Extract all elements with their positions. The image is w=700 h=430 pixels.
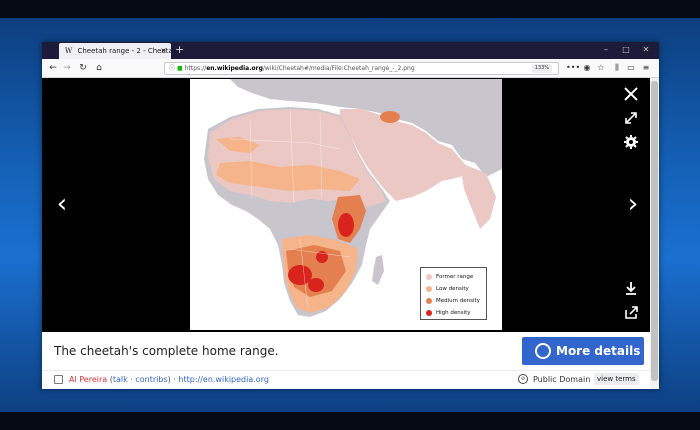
home-button[interactable]: ⌂: [92, 61, 106, 75]
more-details-label: More details: [556, 344, 641, 358]
legend-label: Medium density: [436, 298, 480, 304]
info-icon[interactable]: ⓘ: [169, 65, 175, 72]
previous-image-arrow-icon[interactable]: ‹: [50, 190, 74, 218]
license-label[interactable]: Public Domain: [533, 375, 590, 384]
page-actions-icon[interactable]: •••: [566, 61, 580, 75]
download-icon[interactable]: [620, 280, 642, 300]
legend-item-medium-density: Medium density: [425, 295, 482, 307]
next-image-arrow-icon[interactable]: ›: [621, 190, 645, 218]
fullscreen-icon[interactable]: [620, 110, 642, 130]
navigation-toolbar: ← → ↻ ⌂ ⓘ ■ https://en.wikipedia.org/wiki/…: [42, 59, 659, 78]
maximize-button[interactable]: □: [616, 42, 636, 59]
legend-swatch: [426, 286, 432, 292]
cheetah-range-map: Former range Low density Medium density …: [190, 79, 502, 330]
browser-window: W Cheetah range - 2 - Cheetah - × + – □ …: [42, 42, 659, 389]
bookmark-star-icon[interactable]: ☆: [595, 61, 607, 75]
screen-top-border: [0, 0, 700, 18]
legend-item-former-range: Former range: [425, 271, 482, 283]
legend-label: Former range: [436, 274, 474, 280]
url-bar[interactable]: ⓘ ■ https://en.wikipedia.org/wiki/Cheetah#…: [164, 62, 559, 75]
share-icon[interactable]: [620, 304, 642, 324]
legend-swatch: [426, 274, 432, 280]
zoom-indicator[interactable]: 133%: [531, 64, 552, 73]
pocket-icon[interactable]: ◉: [581, 61, 593, 75]
more-details-button[interactable]: More details: [522, 337, 644, 365]
browser-tab[interactable]: W Cheetah range - 2 - Cheetah - ×: [59, 43, 171, 59]
legend-swatch: [426, 298, 432, 304]
map-legend: Former range Low density Medium density …: [420, 267, 487, 320]
source-link[interactable]: http://en.wikipedia.org: [178, 375, 269, 384]
talk-link[interactable]: talk: [113, 375, 128, 384]
legend-label: Low density: [436, 286, 469, 292]
legend-item-high-density: High density: [425, 307, 482, 319]
wikipedia-favicon-icon: W: [65, 47, 73, 55]
attribution-footer: Al Pereira (talk · contribs) · http://en…: [42, 370, 659, 389]
url-path: /wiki/Cheetah#/media/File:Cheetah_range_…: [262, 65, 415, 72]
caption-bar: The cheetah's complete home range. More …: [42, 332, 659, 370]
sidebar-icon[interactable]: ▭: [625, 61, 637, 75]
back-button[interactable]: ←: [46, 61, 60, 75]
file-icon: [54, 375, 63, 384]
lock-icon[interactable]: ■: [177, 65, 183, 72]
tab-title: Cheetah range - 2 - Cheetah -: [77, 47, 171, 55]
public-domain-icon: ⊘: [518, 374, 528, 384]
menu-icon[interactable]: ≡: [640, 61, 652, 75]
settings-gear-icon[interactable]: [620, 134, 642, 154]
close-viewer-icon[interactable]: [620, 86, 642, 106]
page-scrollbar[interactable]: [650, 78, 659, 389]
author-link[interactable]: Al Pereira: [69, 375, 107, 384]
media-viewer: ‹ Former range Low density Medium densit…: [42, 78, 659, 332]
credit-line: Al Pereira (talk · contribs) · http://en…: [69, 375, 269, 384]
contribs-link[interactable]: contribs: [135, 375, 167, 384]
legend-swatch: [426, 310, 432, 316]
commons-icon: [535, 343, 551, 359]
image-caption: The cheetah's complete home range.: [54, 344, 279, 358]
screen-bottom-border: [0, 412, 700, 430]
url-prefix: https://: [184, 65, 207, 72]
new-tab-button[interactable]: +: [175, 42, 184, 58]
window-close-button[interactable]: ✕: [636, 42, 656, 59]
minimize-button[interactable]: –: [596, 42, 616, 59]
reload-button[interactable]: ↻: [76, 61, 90, 75]
scrollbar-thumb[interactable]: [651, 81, 658, 381]
legend-item-low-density: Low density: [425, 283, 482, 295]
tab-bar: W Cheetah range - 2 - Cheetah - × + – □ …: [42, 42, 659, 59]
legend-label: High density: [436, 310, 471, 316]
url-host: en.wikipedia.org: [206, 65, 263, 72]
tab-close-icon[interactable]: ×: [160, 43, 167, 59]
forward-button[interactable]: →: [60, 61, 74, 75]
view-terms-button[interactable]: view terms: [594, 373, 639, 385]
library-icon[interactable]: ⫼: [611, 61, 623, 75]
